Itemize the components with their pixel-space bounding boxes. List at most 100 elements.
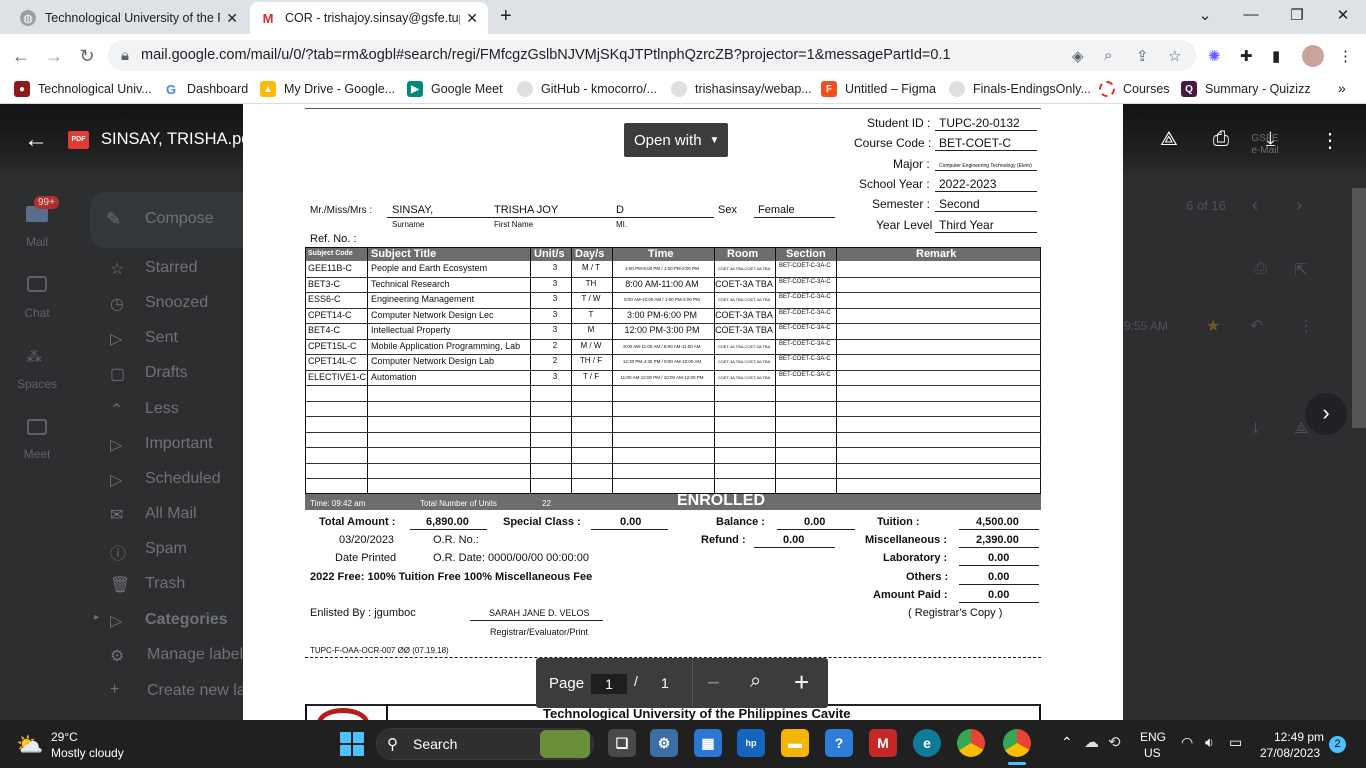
edge-icon[interactable]: e [913,729,941,757]
lock-icon[interactable]: 🔒︎ [121,47,129,64]
reload-icon[interactable]: ↻ [76,45,98,67]
restore-icon[interactable]: ❐ [1286,6,1308,26]
table-cell: 8:00 AM-11:00 AM [625,278,699,289]
reply-icon[interactable]: ↶ [1250,316,1263,336]
page-number-input[interactable]: 1 [591,674,627,694]
more-options-icon[interactable]: ⋮ [1320,128,1340,153]
puzzle-icon[interactable]: ✚ [1240,47,1253,65]
download-icon[interactable]: ⤓ [1252,420,1259,438]
bookmark-drive[interactable]: ▲ My Drive - Google... [260,81,395,97]
tab-search-icon[interactable]: ⌄ [1194,6,1216,26]
first-name-caption: First Name [494,220,534,229]
folder-spam[interactable]: Spam [145,540,187,558]
install-icon[interactable]: ◈ [1072,47,1084,65]
more-icon[interactable]: ⋮ [1298,316,1314,336]
lab-value: 0.00 [988,552,1010,564]
bookmark-finals[interactable]: Finals-EndingsOnly... [949,81,1091,97]
more-bookmarks-icon[interactable]: » [1338,80,1346,96]
extension-icon[interactable]: ✺ [1208,47,1221,65]
close-tab-icon[interactable]: ✕ [226,10,238,27]
prev-icon[interactable]: ‹ [1252,195,1258,216]
weather-icon[interactable]: ⛅ [16,732,43,758]
chrome-icon[interactable] [957,729,985,757]
clock-time[interactable]: 12:49 pm [1274,730,1324,744]
windows-start-icon[interactable] [340,732,364,756]
bookmark-star-icon[interactable]: ☆ [1168,47,1181,65]
zoom-reset-icon[interactable]: ⌕ [750,670,761,693]
back-arrow-icon[interactable]: ← [24,126,48,154]
battery-icon[interactable]: ▭ [1229,734,1242,751]
mcafee-icon[interactable]: M [869,729,897,757]
folder-less[interactable]: Less [145,400,179,418]
course-code-label: Course Code : [854,136,932,150]
file-explorer-icon[interactable]: ▬ [781,729,809,757]
label-icon: ▷ [110,613,123,630]
zoom-out-icon[interactable]: − [707,670,720,696]
next-file-button[interactable]: › [1305,393,1347,435]
open-with-button[interactable]: Open with ▼ [624,123,728,157]
bookmark-dashboard[interactable]: G Dashboard [163,81,248,97]
add-to-drive-icon[interactable]: ⟁ [1160,128,1178,151]
bookmark-github[interactable]: GitHub - kmocorro/... [517,81,657,97]
store-icon[interactable]: ▦ [694,729,722,757]
folder-trash[interactable]: Trash [145,575,185,593]
open-new-icon[interactable]: ⇱ [1294,260,1307,280]
minimize-icon[interactable]: — [1240,6,1262,26]
chrome-profile-icon[interactable] [1003,729,1031,757]
close-window-icon[interactable]: ✕ [1332,6,1354,26]
wifi-icon[interactable]: ◠ [1181,734,1193,751]
tab-gmail[interactable]: M COR - trishajoy.sinsay@gsfe.tupc ✕ [250,2,488,34]
draft-icon: ▢ [110,366,126,383]
back-icon[interactable]: ← [10,45,32,67]
volume-icon[interactable]: 🔉︎ [1205,734,1214,751]
help-icon[interactable]: ? [825,729,853,757]
folder-scheduled[interactable]: Scheduled [145,470,221,488]
sync-icon[interactable]: ⟲ [1108,733,1121,751]
bookmark-meet[interactable]: ▶ Google Meet [407,81,503,97]
folder-important[interactable]: Important [145,435,213,453]
scrollbar[interactable] [1352,188,1366,428]
folder-starred[interactable]: Starred [145,259,197,277]
forward-icon[interactable]: → [43,45,65,67]
tab-tup[interactable]: ◍ Technological University of the Philip… [10,2,248,34]
folder-drafts[interactable]: Drafts [145,364,188,382]
nav-spaces[interactable]: Spaces [7,377,67,391]
lang-label[interactable]: ENG [1140,730,1166,744]
bookmark-quizizz[interactable]: Q Summary - Quizizz [1181,81,1311,97]
nav-chat[interactable]: Chat [7,306,67,320]
share-icon[interactable]: ⇪ [1136,47,1149,65]
settings-icon[interactable]: ⚙ [650,729,678,757]
print-icon[interactable]: ⎙ [1254,260,1267,278]
star-filled-icon[interactable]: ★ [1206,316,1220,336]
close-tab-icon[interactable]: ✕ [466,10,478,27]
tray-chevron-icon[interactable]: ⌃ [1061,734,1073,751]
menu-icon[interactable]: ⋮ [1338,47,1353,65]
onedrive-icon[interactable]: ☁ [1084,733,1099,751]
others-label: Others : [906,571,949,583]
profile-avatar[interactable] [1302,45,1324,67]
url-text[interactable]: mail.google.com/mail/u/0/?tab=rm&ogbl#se… [141,47,951,63]
zoom-in-icon[interactable]: + [794,667,809,698]
bookmark-courses[interactable]: Courses [1099,81,1170,97]
folder-categories[interactable]: Categories [145,611,228,629]
folder-sent[interactable]: Sent [145,329,178,347]
folder-manage-labels[interactable]: Manage labels [147,646,251,664]
bookmark-webapp[interactable]: trishasinsay/webap... [671,81,812,97]
side-panel-icon[interactable]: ▮ [1272,47,1280,65]
nav-meet[interactable]: Meet [7,447,67,461]
folder-allmail[interactable]: All Mail [145,505,197,523]
hp-icon[interactable]: hp [737,729,765,757]
print-icon[interactable]: ⎙ [1213,128,1229,151]
new-tab-icon[interactable]: + [500,5,512,28]
folder-snoozed[interactable]: Snoozed [145,294,208,312]
zoom-icon[interactable]: ⌕ [1104,47,1112,64]
bookmark-tup[interactable]: ● Technological Univ... [14,81,152,97]
next-page-icon[interactable]: › [1296,195,1302,216]
task-view-icon[interactable]: ❏ [608,729,636,757]
bookmark-figma[interactable]: F Untitled – Figma [821,81,936,97]
notification-badge[interactable]: 2 [1329,736,1346,753]
nav-mail[interactable]: Mail [7,235,67,249]
chat-icon[interactable] [27,276,47,292]
meet-icon[interactable] [27,419,47,435]
spaces-icon[interactable]: ⁂ [26,347,42,367]
